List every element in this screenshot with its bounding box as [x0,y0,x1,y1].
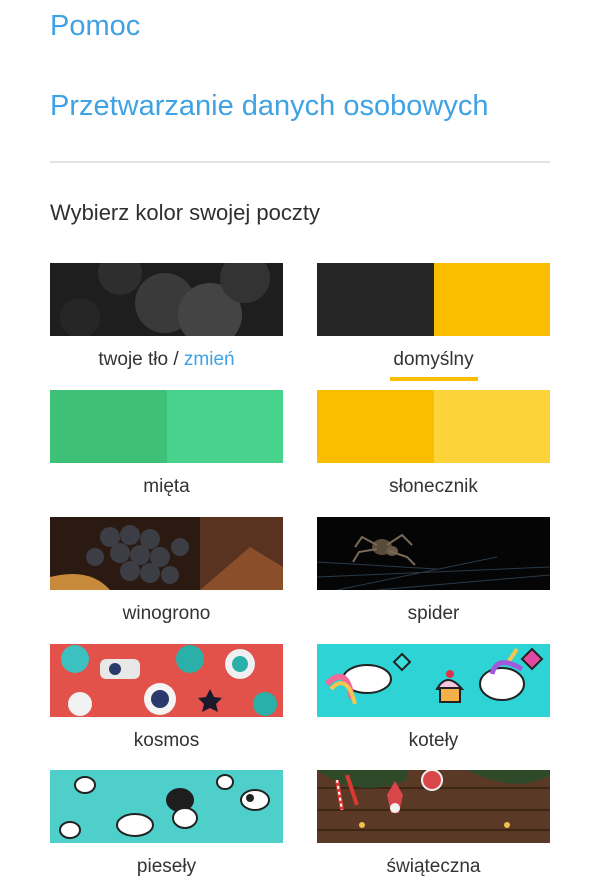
theme-label: twoje tło [98,349,169,370]
theme-your-background[interactable]: twoje tło / zmień [50,263,283,371]
theme-your-background-thumbnail [50,263,283,336]
theme-cats[interactable]: koteły [317,644,550,752]
theme-spider[interactable]: spider [317,517,550,625]
theme-label: spider [407,603,460,624]
separator: / [173,349,179,370]
theme-label: świąteczna [386,856,481,877]
theme-christmas[interactable]: świąteczna [317,770,550,878]
theme-mint-swatch [50,390,283,463]
theme-label: winogrono [122,603,211,624]
theme-christmas-thumbnail [317,770,550,843]
selected-indicator [390,377,478,381]
theme-dogs-thumbnail [50,770,283,843]
theme-grape-thumbnail [50,517,283,590]
change-background-link[interactable]: zmień [184,349,235,370]
theme-label: pieseły [136,856,197,877]
divider [50,161,550,163]
theme-grape[interactable]: winogrono [50,517,283,625]
theme-label: słonecznik [389,476,478,497]
theme-label: mięta [143,476,190,497]
theme-sunflower[interactable]: słonecznik [317,390,550,498]
theme-label: kosmos [133,730,200,751]
theme-dogs[interactable]: pieseły [50,770,283,878]
help-link[interactable]: Pomoc [50,10,140,43]
section-title: Wybierz kolor swojej poczty [50,200,320,225]
theme-label: koteły [408,730,459,751]
theme-cosmos-thumbnail [50,644,283,717]
theme-sunflower-swatch [317,390,550,463]
theme-cosmos[interactable]: kosmos [50,644,283,752]
theme-spider-thumbnail [317,517,550,590]
theme-default-swatch [317,263,550,336]
theme-label: domyślny [393,349,474,370]
theme-mint[interactable]: mięta [50,390,283,498]
privacy-link[interactable]: Przetwarzanie danych osobowych [50,90,488,123]
theme-default[interactable]: domyślny [317,263,550,381]
theme-cats-thumbnail [317,644,550,717]
